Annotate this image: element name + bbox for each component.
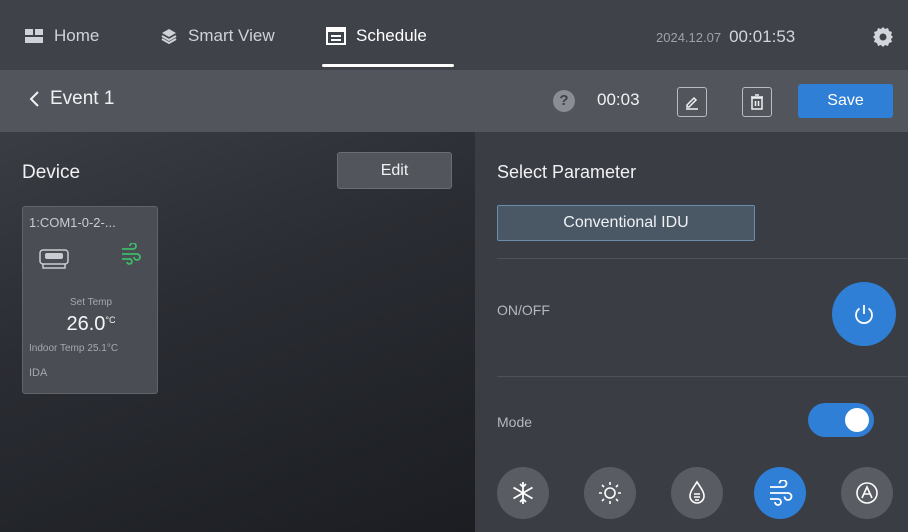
trash-icon [750,94,764,110]
mode-label: Mode [497,414,533,430]
onoff-label: ON/OFF [497,302,550,318]
nav-schedule-label: Schedule [356,26,427,45]
mode-toggle[interactable] [808,403,874,437]
set-temp-unit: °C [105,315,116,325]
pencil-icon [684,94,700,110]
active-tab-indicator [322,64,454,67]
sun-icon [597,480,623,506]
nav-schedule[interactable]: Schedule [326,22,427,50]
mode-heat-button[interactable] [584,467,636,519]
device-panel-title: Device [22,162,81,183]
chevron-left-icon [28,90,40,108]
divider [497,258,908,259]
divider [497,376,908,377]
toggle-knob [845,408,869,432]
parameter-type-selector[interactable]: Conventional IDU [497,205,755,241]
nav-home-label: Home [54,26,100,45]
set-temp-label: Set Temp [69,297,113,308]
auto-icon [853,479,881,507]
parameter-panel: Select Parameter Conventional IDU ON/OFF… [475,132,908,532]
indoor-temp: Indoor Temp 25.1°C [29,343,118,354]
mode-dry-button[interactable] [671,467,723,519]
edit-devices-button[interactable]: Edit [337,152,452,189]
gear-icon[interactable] [872,26,894,48]
fan-icon [767,480,793,506]
device-card[interactable]: 1:COM1-0-2-... Set Temp 26.0°C Indoor Te… [22,206,158,394]
event-header-bar: Event 1 ? 00:03 Save [0,70,908,132]
parameter-panel-title: Select Parameter [497,162,637,182]
top-navigation-bar: Home Smart View Schedule 2024.12.07 00:0… [0,0,908,70]
power-button[interactable] [832,282,896,346]
set-temp-number: 26.0 [66,313,106,335]
save-button[interactable]: Save [798,84,893,118]
indoor-temp-value: 25.1°C [87,343,119,354]
set-temp-value: 26.0°C [23,313,159,336]
indoor-temp-label: Indoor Temp [29,343,85,354]
current-time: 00:01:53 [729,27,796,46]
mode-auto-button[interactable] [841,467,893,519]
schedule-icon [326,27,346,45]
device-name: 1:COM1-0-2-... [29,215,116,230]
help-icon[interactable]: ? [553,90,575,112]
smart-view-icon [160,27,178,45]
nav-smart-view[interactable]: Smart View [160,22,275,50]
power-icon [852,302,876,326]
delete-event-button[interactable] [742,87,772,117]
nav-smart-view-label: Smart View [188,26,275,45]
home-icon [24,27,44,45]
event-title: Event 1 [50,88,115,109]
mode-fan-button[interactable] [754,467,806,519]
datetime: 2024.12.07 00:01:53 [656,27,795,47]
device-type-tag: IDA [29,367,48,379]
fan-mode-icon [119,243,141,265]
edit-event-button[interactable] [677,87,707,117]
indoor-unit-icon [37,245,71,271]
back-button[interactable]: Event 1 [28,88,114,110]
mode-cool-button[interactable] [497,467,549,519]
snowflake-icon [510,480,536,506]
device-panel: Device Edit 1:COM1-0-2-... Set Temp 26.0… [0,132,475,532]
droplet-icon [684,480,710,506]
event-duration: 00:03 [597,90,640,109]
current-date: 2024.12.07 [656,30,722,45]
nav-home[interactable]: Home [24,22,99,50]
